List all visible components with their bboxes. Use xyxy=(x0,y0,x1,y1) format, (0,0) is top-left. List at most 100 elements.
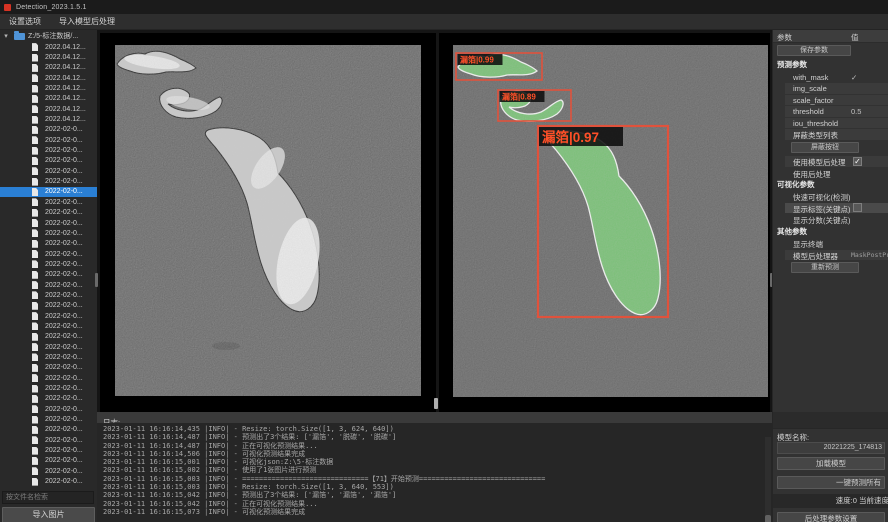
tree-item-label: 2022-02-0... xyxy=(45,313,83,320)
tree-item[interactable]: 2022-02-0... xyxy=(0,259,97,269)
param-row[interactable]: iou_threshold xyxy=(773,117,888,129)
tree-item[interactable]: 2022-02-0... xyxy=(0,466,97,476)
param-row[interactable]: 显示标签(关键点) xyxy=(773,202,888,214)
panel-splitter-handle[interactable] xyxy=(434,398,438,409)
log-scrollbar-thumb[interactable] xyxy=(765,515,771,522)
import-images-button[interactable]: 导入图片 xyxy=(2,507,95,522)
search-input[interactable] xyxy=(2,491,94,504)
tree-item[interactable]: 2022.04.12... xyxy=(0,42,97,52)
tree-item[interactable]: 2022-02-0... xyxy=(0,414,97,424)
param-row[interactable]: 模型后处理器MaskPostPro xyxy=(773,249,888,261)
tree-item[interactable]: 2022-02-0... xyxy=(0,280,97,290)
file-icon xyxy=(32,478,38,486)
tree-item[interactable]: 2022-02-0... xyxy=(0,425,97,435)
tree-item-label: 2022-02-0... xyxy=(45,126,83,133)
param-label: img_scale xyxy=(793,84,827,93)
tree-item[interactable]: 2022-02-0... xyxy=(0,270,97,280)
log-body: 2023-01-11 16:16:14,435 |INFO| - Resize:… xyxy=(97,423,772,522)
tree-item[interactable]: 2022-02-0... xyxy=(0,332,97,342)
tree-item[interactable]: 2022-02-0... xyxy=(0,187,97,197)
tree-item[interactable]: 2022-02-0... xyxy=(0,404,97,414)
tree-item[interactable]: 2022-02-0... xyxy=(0,363,97,373)
file-icon xyxy=(32,457,38,465)
tree-item[interactable]: 2022-02-0... xyxy=(0,394,97,404)
tree-item[interactable]: 2022.04.12... xyxy=(0,104,97,114)
tree-item[interactable]: 2022-02-0... xyxy=(0,321,97,331)
tree-item[interactable]: 2022.04.12... xyxy=(0,94,97,104)
tree-root-folder[interactable]: ▾ Z:/5-标注数据/... xyxy=(0,31,97,41)
original-image-panel[interactable] xyxy=(100,33,436,412)
tree-expand-icon[interactable]: ▾ xyxy=(2,32,10,40)
param-action-button[interactable]: 屏蔽按钮 xyxy=(791,142,859,153)
tree-item[interactable]: 2022.04.12... xyxy=(0,114,97,124)
app-window: Detection_2023.1.5.1 设置选项 导入模型后处理 ▾ Z:/5… xyxy=(0,0,888,522)
param-button-row: 屏蔽按钮 xyxy=(773,141,888,156)
tree-item[interactable]: 2022-02-0... xyxy=(0,228,97,238)
left-splitter-handle[interactable] xyxy=(95,273,98,287)
tree-item[interactable]: 2022.04.12... xyxy=(0,73,97,83)
tree-item[interactable]: 2022-02-0... xyxy=(0,476,97,486)
param-row[interactable]: img_scale xyxy=(773,83,888,95)
tree-item[interactable]: 2022-02-0... xyxy=(0,383,97,393)
tree-item[interactable]: 2022-02-0... xyxy=(0,125,97,135)
model-name-field[interactable]: 20221225_174813 xyxy=(777,442,885,454)
tree-item-label: 2022-02-0... xyxy=(45,188,83,195)
save-params-button[interactable]: 保存参数 xyxy=(777,45,851,56)
log-scrollbar[interactable] xyxy=(765,437,771,522)
file-icon xyxy=(32,416,38,424)
tree-item[interactable]: 2022-02-0... xyxy=(0,239,97,249)
tree-item[interactable]: 2022.04.12... xyxy=(0,52,97,62)
checkbox-checked[interactable]: ✓ xyxy=(853,157,862,166)
tree-item[interactable]: 2022-02-0... xyxy=(0,435,97,445)
tree-item[interactable]: 2022-02-0... xyxy=(0,373,97,383)
tree-item[interactable]: 2022-02-0... xyxy=(0,290,97,300)
param-row[interactable]: 屏蔽类型列表 xyxy=(773,129,888,141)
param-row[interactable]: scale_factor xyxy=(773,94,888,106)
tree-item-label: 2022-02-0... xyxy=(45,209,83,216)
file-icon xyxy=(32,157,38,165)
param-row[interactable]: with_mask✓ xyxy=(773,71,888,83)
tree-item[interactable]: 2022.04.12... xyxy=(0,83,97,93)
param-row[interactable]: 使用后处理 xyxy=(773,167,888,179)
checkbox-unchecked[interactable] xyxy=(853,203,862,212)
tree-item[interactable]: 2022-02-0... xyxy=(0,218,97,228)
parameter-rows: 保存参数 预测参数with_mask✓img_scalescale_factor… xyxy=(773,44,888,276)
param-row[interactable]: 显示终端 xyxy=(773,238,888,250)
menu-item-settings[interactable]: 设置选项 xyxy=(0,14,50,30)
file-icon xyxy=(32,240,38,248)
tree-item[interactable]: 2022-02-0... xyxy=(0,156,97,166)
tree-item[interactable]: 2022-02-0... xyxy=(0,352,97,362)
tree-item-label: 2022.04.12... xyxy=(45,44,86,51)
tree-item[interactable]: 2022-02-0... xyxy=(0,176,97,186)
postprocess-settings-button[interactable]: 后处理参数设置 xyxy=(777,512,885,522)
tree-item[interactable]: 2022-02-0... xyxy=(0,342,97,352)
tree-item-label: 2022-02-0... xyxy=(45,478,83,485)
load-model-button[interactable]: 加载模型 xyxy=(777,457,885,470)
tree-item[interactable]: 2022.04.12... xyxy=(0,63,97,73)
param-action-button[interactable]: 重新预测 xyxy=(791,262,859,273)
model-section: 模型名称: 20221225_174813 加载模型 一键预测所有 速度:0 当… xyxy=(773,412,888,522)
tree-item[interactable]: 2022-02-0... xyxy=(0,197,97,207)
tree-item-label: 2022-02-0... xyxy=(45,354,83,361)
predict-all-button[interactable]: 一键预测所有 xyxy=(777,476,885,489)
tree-item[interactable]: 2022-02-0... xyxy=(0,301,97,311)
tree-item[interactable]: 2022-02-0... xyxy=(0,445,97,455)
param-row[interactable]: threshold0.5 xyxy=(773,106,888,118)
menu-item-import-postprocess[interactable]: 导入模型后处理 xyxy=(50,14,124,30)
file-icon xyxy=(32,281,38,289)
parameters-table-header: 参数 值 xyxy=(773,30,888,43)
tree-item-label: 2022-02-0... xyxy=(45,137,83,144)
tree-item[interactable]: 2022-02-0... xyxy=(0,135,97,145)
tree-item[interactable]: 2022-02-0... xyxy=(0,249,97,259)
tree-item[interactable]: 2022-02-0... xyxy=(0,456,97,466)
tree-item-label: 2022-02-0... xyxy=(45,385,83,392)
tree-item[interactable]: 2022-02-0... xyxy=(0,145,97,155)
detection-label: 漏箔|0.97 xyxy=(542,129,599,145)
tree-item[interactable]: 2022-02-0... xyxy=(0,208,97,218)
tree-item[interactable]: 2022-02-0... xyxy=(0,166,97,176)
param-row[interactable]: 使用模型后处理✓ xyxy=(773,156,888,168)
prediction-image-panel[interactable]: 漏箔|0.99 漏箔|0.89 漏箔|0.97 xyxy=(439,33,770,412)
param-row[interactable]: 快速可视化(检测) xyxy=(773,191,888,203)
tree-item[interactable]: 2022-02-0... xyxy=(0,311,97,321)
param-row[interactable]: 显示分数(关键点) xyxy=(773,214,888,226)
